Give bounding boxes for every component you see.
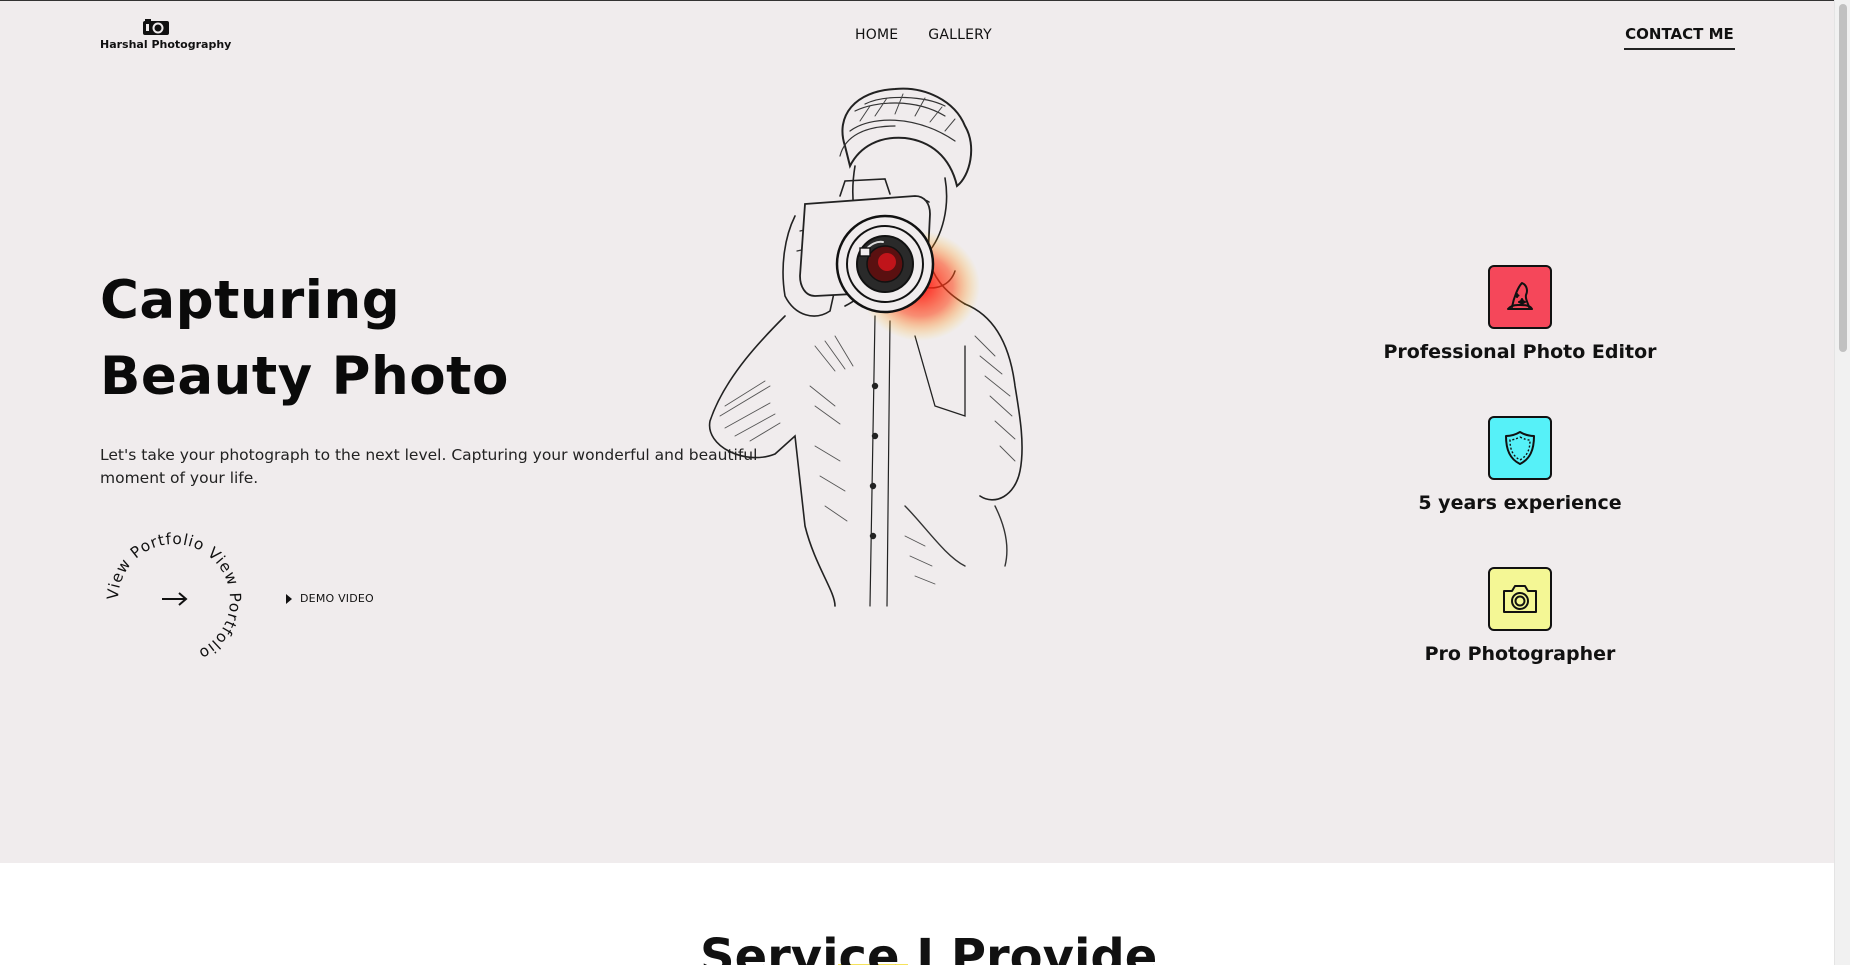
portfolio-circular-text: View Portfolio View Portfolio: [104, 530, 244, 663]
brand-logo[interactable]: Harshal Photography: [100, 18, 232, 51]
hero-description: Let's take your photograph to the next l…: [100, 446, 758, 487]
feature-experience: 5 years experience: [1370, 416, 1670, 514]
svg-text:View Portfolio View Portfolio: View Portfolio View Portfolio: [104, 530, 244, 663]
page-scrollbar[interactable]: [1834, 0, 1850, 965]
wizard-hat-icon: [1488, 265, 1552, 329]
nav-gallery-link[interactable]: GALLERY: [928, 27, 992, 43]
camera-icon: [143, 19, 169, 35]
hero-section: Harshal Photography HOME GALLERY CONTACT…: [0, 1, 1834, 863]
hero-title-line-1: Capturing: [100, 270, 401, 331]
demo-video-label: DEMO VIDEO: [300, 592, 374, 605]
nav-home-link[interactable]: HOME: [855, 27, 898, 43]
demo-video-button[interactable]: DEMO VIDEO: [286, 592, 374, 605]
view-portfolio-badge[interactable]: View Portfolio View Portfolio: [103, 529, 245, 671]
hero-title-line-2: Beauty Photo: [100, 346, 509, 407]
main-nav: HOME GALLERY: [855, 27, 992, 43]
hero-title: Capturing Beauty Photo: [100, 263, 509, 415]
feature-label: Pro Photographer: [1424, 643, 1616, 665]
brand-name: Harshal Photography: [100, 38, 232, 51]
shield-icon: [1488, 416, 1552, 480]
services-title: Service I Provide: [700, 929, 1158, 965]
camera-icon: [1488, 567, 1552, 631]
feature-photo-editor: Professional Photo Editor: [1370, 265, 1670, 363]
contact-me-button[interactable]: CONTACT ME: [1624, 25, 1735, 50]
portfolio-badge-text: View Portfolio View Portfolio: [104, 530, 244, 663]
feature-label: 5 years experience: [1418, 492, 1622, 514]
arrow-right-icon: [162, 592, 188, 606]
services-section: Service I Provide: [0, 863, 1834, 965]
play-icon: [286, 593, 292, 604]
photographer-illustration: [708, 87, 1023, 607]
feature-pro-photographer: Pro Photographer: [1370, 567, 1670, 665]
scrollbar-thumb[interactable]: [1839, 4, 1847, 352]
feature-label: Professional Photo Editor: [1383, 341, 1657, 363]
